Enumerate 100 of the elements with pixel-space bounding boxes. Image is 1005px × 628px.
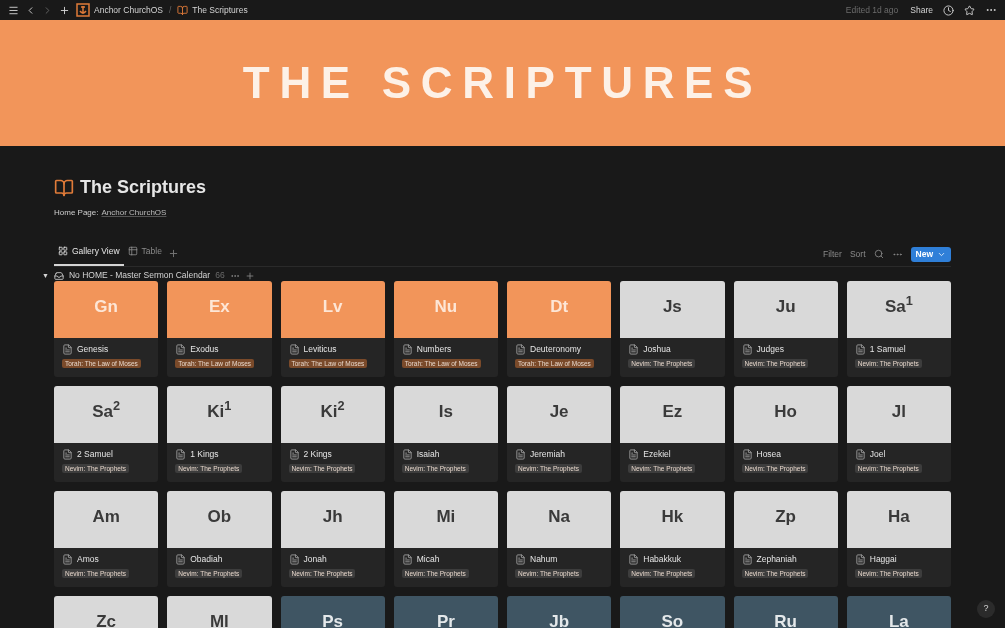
grid-icon: [58, 246, 68, 257]
cover-abbreviation: Ob: [207, 505, 232, 528]
cover-abbreviation: Sa$^{1}$: [884, 293, 913, 318]
home-page-link[interactable]: Anchor ChurchOS: [101, 207, 167, 219]
cover-abbreviation: Jb: [549, 610, 570, 628]
cover-abbreviation: Is: [438, 400, 453, 423]
card-title: Leviticus: [303, 342, 337, 356]
cover-abbreviation: Ps: [322, 610, 343, 628]
cover-abbreviation: Na: [548, 505, 570, 528]
page-icon: [515, 553, 526, 565]
cover-abbreviation: Am: [92, 505, 120, 528]
gallery-card[interactable]: Pr: [393, 595, 498, 628]
cover-abbreviation: Lv: [322, 295, 343, 318]
page-icon: [401, 553, 413, 565]
gallery-card[interactable]: Jb: [507, 595, 612, 628]
card-title: Joshua: [643, 342, 671, 356]
breadcrumb[interactable]: The Scriptures: [192, 3, 248, 17]
page-icon: [854, 553, 866, 565]
group-count: 66: [215, 269, 225, 283]
gallery-card[interactable]: Ru: [733, 595, 838, 628]
gallery-card[interactable]: So: [620, 595, 725, 628]
filter-button[interactable]: Filter: [823, 247, 842, 261]
card-title: Haggai: [869, 552, 897, 566]
banner-title: THE SCRIPTURES: [242, 57, 763, 109]
page-icon: [628, 448, 640, 460]
card-title: Amos: [77, 552, 99, 566]
property-label: Home Page:: [54, 207, 99, 219]
add-view-icon[interactable]: [167, 247, 179, 259]
cover-abbreviation: Ml: [209, 610, 229, 628]
page-icon: [288, 553, 300, 565]
page-icon: [741, 553, 753, 565]
help-button[interactable]: ?: [977, 600, 995, 618]
page-icon: [288, 448, 300, 460]
inbox-icon: [53, 270, 64, 281]
page-icon: [401, 343, 413, 355]
cover-abbreviation: La: [888, 610, 909, 628]
cover-abbreviation: Ex: [208, 295, 230, 318]
card-title: Judges: [756, 342, 784, 356]
card-title: Jonah: [303, 552, 327, 566]
cover-abbreviation: Ki$^{2}$: [320, 398, 345, 423]
cover-abbreviation: Nu: [434, 295, 458, 318]
cover-abbreviation: Js: [662, 295, 682, 318]
cover-abbreviation: Je: [549, 400, 569, 423]
card-title: Obadiah: [190, 552, 223, 566]
cover-abbreviation: Ho: [774, 400, 797, 423]
cover-abbreviation: Jh: [322, 505, 343, 528]
sort-button[interactable]: Sort: [849, 247, 866, 261]
group-title: No HOME - Master Sermon Calendar: [68, 269, 211, 283]
anchor-logo-icon: [76, 3, 90, 17]
page-icon: [401, 448, 413, 460]
cover-abbreviation: Ki$^{1}$: [207, 398, 232, 423]
gallery-card[interactable]: Ml: [167, 595, 272, 628]
cover-abbreviation: Gn: [94, 295, 118, 318]
page-icon: [175, 553, 187, 565]
card-title: Micah: [416, 552, 440, 566]
card-title: Habakkuk: [643, 552, 682, 566]
cover-abbreviation: Sa$^{2}$: [92, 398, 121, 423]
table-icon: [127, 246, 138, 257]
history-icon[interactable]: [943, 4, 954, 16]
page-title: The Scriptures: [80, 176, 207, 199]
page-icon: [175, 448, 187, 460]
breadcrumb-separator: /: [169, 3, 172, 17]
page-icon: [515, 448, 526, 460]
page-icon: [62, 448, 73, 460]
gallery-card[interactable]: La: [846, 595, 951, 628]
card-title: 1 Samuel: [869, 342, 906, 356]
gallery-card[interactable]: Ps: [280, 595, 385, 628]
menu-icon[interactable]: [8, 4, 19, 16]
page-icon: [288, 343, 300, 355]
page-icon: [854, 448, 866, 460]
page-icon: [62, 343, 73, 355]
view-tab[interactable]: Gallery View: [54, 245, 124, 266]
favorite-icon[interactable]: [964, 4, 975, 16]
page-icon: [175, 343, 187, 355]
cover-abbreviation: Ez: [662, 400, 683, 423]
card-title: Joel: [869, 447, 886, 461]
share-button[interactable]: Share: [910, 3, 933, 17]
book-icon: [54, 177, 74, 198]
card-title: 2 Kings: [303, 447, 332, 461]
page-icon: [854, 343, 866, 355]
cover-abbreviation: Ha: [888, 505, 910, 528]
view-tab[interactable]: Table: [123, 245, 166, 266]
edited-time: Edited 1d ago: [845, 3, 899, 17]
cover-abbreviation: Hk: [661, 505, 684, 528]
cover-abbreviation: Ru: [774, 610, 797, 628]
breadcrumb[interactable]: Anchor ChurchOS: [94, 3, 163, 17]
gallery-card[interactable]: Zc: [54, 595, 159, 628]
card-title: 2 Samuel: [77, 447, 113, 461]
cover-abbreviation: Dt: [550, 295, 569, 318]
card-title: Jeremiah: [530, 447, 565, 461]
cover-abbreviation: So: [661, 610, 684, 628]
page-icon: [741, 343, 753, 355]
add-icon[interactable]: [59, 4, 70, 16]
card-title: 1 Kings: [190, 447, 219, 461]
page-icon: [62, 553, 73, 565]
search-icon[interactable]: [873, 249, 884, 260]
page-icon: [628, 553, 640, 565]
new-button[interactable]: New: [910, 246, 951, 262]
cover-abbreviation: Jl: [891, 400, 906, 423]
page-icon: [628, 343, 640, 355]
